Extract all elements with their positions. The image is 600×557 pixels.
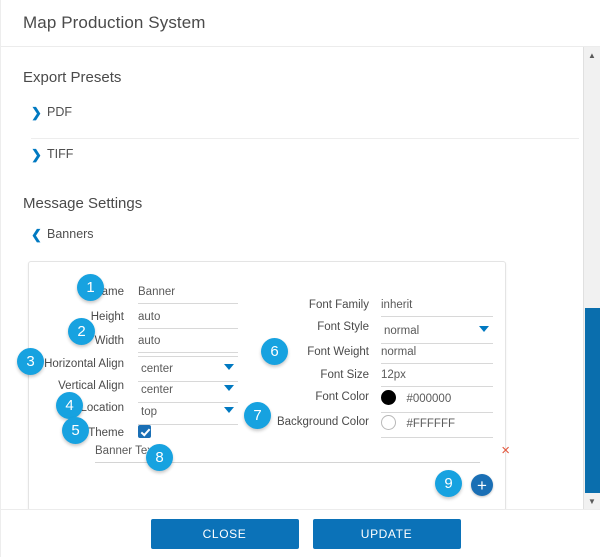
update-button[interactable]: UPDATE: [313, 519, 461, 549]
preset-row-pdf[interactable]: ❯ PDF: [31, 97, 579, 127]
badge-5: 5: [62, 417, 89, 444]
dialog-window: Map Production System Export Presets ❯ P…: [0, 0, 600, 557]
chevron-down-icon: [224, 364, 234, 370]
input-height[interactable]: auto: [138, 309, 238, 329]
remove-banner-text-icon[interactable]: ×: [501, 443, 510, 458]
badge-7: 7: [244, 402, 271, 429]
input-background-color[interactable]: #FFFFFF: [406, 416, 494, 435]
input-font-color[interactable]: #000000: [406, 391, 494, 410]
color-swatch-font-color[interactable]: [381, 390, 396, 405]
field-label-vertical-align: Vertical Align: [29, 378, 124, 393]
dialog-header: Map Production System: [1, 0, 600, 47]
field-font-family: Font Family inherit: [261, 297, 493, 319]
select-value-font-style: normal: [384, 325, 419, 337]
chevron-right-icon: ❯: [31, 148, 43, 161]
dialog-body: Export Presets ❯ PDF ❯ TIFF Message Sett…: [1, 47, 600, 510]
vertical-scrollbar[interactable]: ▲ ▼: [583, 47, 600, 510]
badge-1: 1: [77, 274, 104, 301]
input-font-size[interactable]: 12px: [381, 367, 493, 387]
field-width: Width auto: [29, 333, 238, 355]
color-swatch-background-color[interactable]: [381, 415, 396, 430]
dialog-footer: CLOSE UPDATE: [1, 509, 600, 557]
select-location[interactable]: top: [138, 400, 238, 425]
field-label-font-style: Font Style: [261, 319, 369, 334]
field-label-background-color: Background Color: [261, 414, 369, 429]
chevron-down-icon: [224, 407, 234, 413]
chevron-down-icon: [224, 385, 234, 391]
chevron-right-icon: ❯: [31, 106, 43, 119]
scrollbar-thumb[interactable]: [585, 308, 600, 493]
input-font-weight[interactable]: normal: [381, 344, 493, 364]
close-button[interactable]: CLOSE: [151, 519, 299, 549]
preset-label-pdf: PDF: [47, 105, 72, 119]
banner-settings-card: Name Banner Height auto Width: [28, 261, 506, 510]
field-theme: Theme: [29, 425, 151, 447]
back-label: Banners: [47, 227, 94, 241]
font-color-underline: [381, 412, 493, 413]
field-font-style: Font Style normal: [261, 319, 493, 341]
field-font-color: Font Color #000000: [261, 389, 494, 411]
input-name[interactable]: Banner: [138, 284, 238, 304]
scroll-up-button[interactable]: ▲: [584, 47, 600, 64]
preset-row-tiff[interactable]: ❯ TIFF: [31, 138, 579, 169]
badge-4: 4: [56, 392, 83, 419]
input-font-family[interactable]: inherit: [381, 297, 493, 317]
add-banner-button[interactable]: +: [471, 474, 493, 496]
badge-6: 6: [261, 338, 288, 365]
field-height: Height auto: [29, 309, 238, 331]
select-value-vertical-align: center: [141, 384, 173, 396]
page-title: Map Production System: [23, 13, 206, 33]
message-settings-title: Message Settings: [1, 169, 583, 212]
select-font-style[interactable]: normal: [381, 319, 493, 344]
scroll-content: Export Presets ❯ PDF ❯ TIFF Message Sett…: [1, 47, 583, 510]
field-label-font-color: Font Color: [261, 389, 369, 404]
background-color-underline: [381, 437, 493, 438]
export-presets-title: Export Presets: [1, 47, 583, 86]
back-to-banners[interactable]: ❮ Banners: [31, 224, 583, 244]
field-font-weight: Font Weight normal: [261, 344, 493, 366]
checkbox-theme[interactable]: [138, 425, 151, 438]
field-label-font-size: Font Size: [261, 367, 369, 382]
field-background-color: Background Color #FFFFFF: [261, 414, 494, 436]
select-value-horizontal-align: center: [141, 363, 173, 375]
chevron-down-icon: [479, 326, 489, 332]
badge-9: 9: [435, 470, 462, 497]
select-value-location: top: [141, 406, 157, 418]
field-horizontal-align: Horizontal Align center: [29, 356, 238, 378]
badge-8: 8: [146, 444, 173, 471]
badge-2: 2: [68, 318, 95, 345]
input-width[interactable]: auto: [138, 333, 238, 353]
preset-label-tiff: TIFF: [47, 147, 73, 161]
field-font-size: Font Size 12px: [261, 367, 493, 389]
badge-3: 3: [17, 348, 44, 375]
chevron-left-icon: ❮: [31, 228, 43, 241]
scroll-down-button[interactable]: ▼: [584, 493, 600, 510]
field-name: Name Banner: [29, 284, 238, 306]
field-label-font-family: Font Family: [261, 297, 369, 312]
